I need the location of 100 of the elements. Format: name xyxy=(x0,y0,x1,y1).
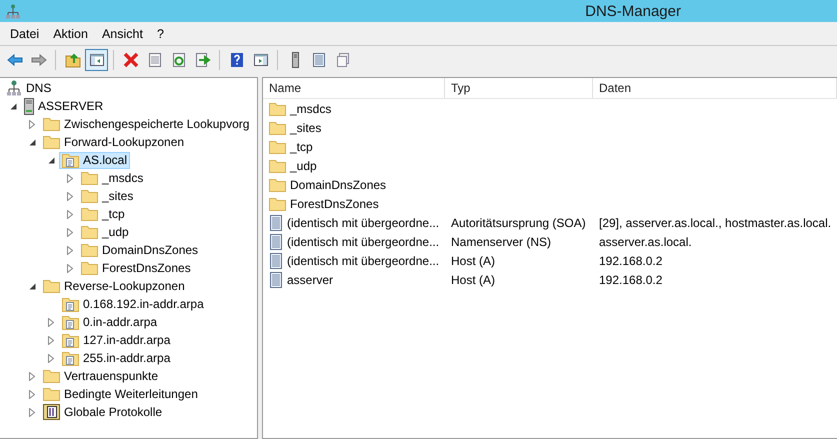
panel-icon xyxy=(88,52,104,68)
folder-icon xyxy=(269,102,286,116)
column-header[interactable]: Typ xyxy=(445,78,593,99)
server-icon xyxy=(24,98,34,114)
table-cell[interactable]: _msdcs xyxy=(290,102,332,116)
expanded-arrow-icon[interactable] xyxy=(28,138,36,146)
folder-icon xyxy=(269,120,286,134)
zone-icon xyxy=(62,332,79,348)
column-header[interactable]: Daten xyxy=(593,78,837,99)
table-cell-text: asserver.as.local. xyxy=(598,234,693,250)
tree-item[interactable]: DNS xyxy=(3,80,54,96)
table-cell[interactable]: (identisch mit übergeordne... xyxy=(287,254,440,268)
folder-icon xyxy=(269,158,286,172)
folder-icon xyxy=(81,243,98,257)
table-cell-text: Namenserver (NS) xyxy=(450,234,552,250)
export-icon xyxy=(194,52,210,68)
folder-icon xyxy=(269,140,286,154)
table-cell[interactable]: (identisch mit übergeordne... xyxy=(287,234,440,248)
table-cell-text: [29], asserver.as.local., hostmaster.as.local. xyxy=(598,214,832,232)
table-cell[interactable]: _udp xyxy=(290,158,317,172)
tree-item[interactable]: DomainDnsZones xyxy=(78,242,202,258)
tree-item[interactable]: Reverse-Lookupzonen xyxy=(40,278,188,294)
refresh-icon xyxy=(170,52,186,68)
table-cell-text: 192.168.0.2 xyxy=(598,252,664,270)
table-cell-text: 192.168.0.2 xyxy=(598,272,664,288)
delete-icon xyxy=(122,52,138,68)
tree-item[interactable]: _msdcs xyxy=(78,170,146,186)
collapsed-arrow-icon[interactable] xyxy=(67,192,73,200)
tree-item[interactable]: Vertrauenspunkte xyxy=(40,368,162,384)
zone-icon xyxy=(62,314,79,330)
tree-item[interactable]: Globale Protokolle xyxy=(40,404,166,420)
folder-icon xyxy=(81,261,98,275)
collapsed-arrow-icon[interactable] xyxy=(29,390,35,398)
tree-item[interactable]: _sites xyxy=(78,188,136,204)
table-cell[interactable]: (identisch mit übergeordne... xyxy=(287,216,440,230)
arrow-right-icon xyxy=(30,52,46,68)
record-icon xyxy=(269,234,283,250)
folder-icon xyxy=(269,178,286,192)
folder-icon xyxy=(81,225,98,239)
tree-item[interactable]: 255.in-addr.arpa xyxy=(59,350,174,366)
expanded-arrow-icon[interactable] xyxy=(10,102,16,110)
folder-up-icon xyxy=(64,52,80,68)
window-title: DNS-Manager xyxy=(584,2,682,20)
collapsed-arrow-icon[interactable] xyxy=(67,174,73,182)
table-cell[interactable]: _tcp xyxy=(290,140,313,154)
table-cell-text: Host (A) xyxy=(450,272,496,288)
folder-icon xyxy=(269,196,286,210)
menu-item[interactable]: Ansicht xyxy=(94,24,150,42)
help-icon xyxy=(228,52,244,68)
folder-icon xyxy=(43,369,60,383)
tree-item[interactable]: 0.in-addr.arpa xyxy=(59,314,160,330)
zone-icon xyxy=(62,152,79,168)
collapsed-arrow-icon[interactable] xyxy=(29,120,35,128)
folder-icon xyxy=(81,207,98,221)
table-cell[interactable]: ForestDnsZones xyxy=(290,196,379,210)
app-icon xyxy=(6,4,20,18)
window-icon xyxy=(252,52,268,68)
tree-item[interactable]: ForestDnsZones xyxy=(78,260,194,276)
menu-item[interactable]: ? xyxy=(150,24,171,42)
tree-item[interactable]: ASSERVER xyxy=(21,98,106,114)
list-icon xyxy=(310,52,326,68)
collapsed-arrow-icon[interactable] xyxy=(29,408,35,416)
menu-item[interactable]: Aktion xyxy=(46,24,95,42)
record-icon xyxy=(269,214,283,230)
copy-icon xyxy=(334,52,350,68)
table-cell[interactable]: DomainDnsZones xyxy=(290,178,386,192)
folder-icon xyxy=(81,189,98,203)
collapsed-arrow-icon[interactable] xyxy=(67,228,73,236)
toolbar-button[interactable] xyxy=(85,49,108,71)
tree-item[interactable]: Forward-Lookupzonen xyxy=(40,134,188,150)
table-cell[interactable]: _sites xyxy=(290,120,322,134)
folder-icon xyxy=(43,387,60,401)
tree-item[interactable]: Zwischengespeicherte Lookupvorg xyxy=(40,116,252,132)
tree-item[interactable]: AS.local xyxy=(59,152,130,168)
collapsed-arrow-icon[interactable] xyxy=(67,246,73,254)
tree-item[interactable]: Bedingte Weiterleitungen xyxy=(40,386,201,402)
collapsed-arrow-icon[interactable] xyxy=(48,354,54,362)
column-header[interactable]: Name xyxy=(263,78,445,99)
menu-item[interactable]: Datei xyxy=(3,24,46,42)
table-cell[interactable]: asserver xyxy=(287,272,334,286)
zone-icon xyxy=(62,350,79,366)
zone-icon xyxy=(62,296,79,312)
collapsed-arrow-icon[interactable] xyxy=(67,210,73,218)
tree-item[interactable]: 0.168.192.in-addr.arpa xyxy=(59,296,207,312)
collapsed-arrow-icon[interactable] xyxy=(48,318,54,326)
tree-item[interactable]: _udp xyxy=(78,224,132,240)
table-cell-text: Host (A) xyxy=(450,252,496,270)
log-book-icon xyxy=(43,404,60,420)
folder-icon xyxy=(43,135,60,149)
table-cell-text: Autoritätsursprung (SOA) xyxy=(450,214,587,232)
tree-item[interactable]: 127.in-addr.arpa xyxy=(59,332,174,348)
expanded-arrow-icon[interactable] xyxy=(48,156,54,164)
collapsed-arrow-icon[interactable] xyxy=(67,264,73,272)
collapsed-arrow-icon[interactable] xyxy=(29,372,35,380)
properties-icon xyxy=(146,52,162,68)
tree-item[interactable]: _tcp xyxy=(78,206,128,222)
expanded-arrow-icon[interactable] xyxy=(28,282,36,290)
folder-icon xyxy=(43,279,60,293)
record-icon xyxy=(269,252,283,268)
collapsed-arrow-icon[interactable] xyxy=(48,336,54,344)
